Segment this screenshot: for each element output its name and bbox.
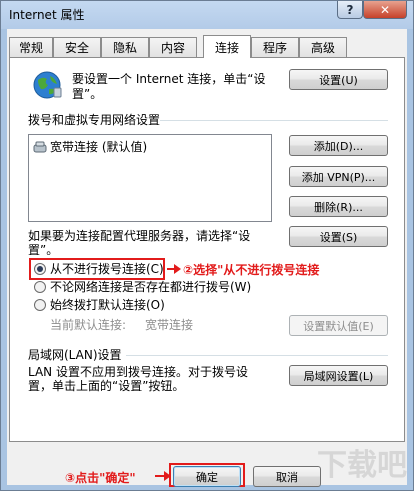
add-vpn-button[interactable]: 添加 VPN(P)...	[289, 166, 388, 187]
list-item[interactable]: 宽带连接 (默认值)	[33, 138, 147, 155]
remove-button[interactable]: 删除(R)...	[289, 196, 388, 217]
tab-programs[interactable]: 程序	[251, 37, 299, 57]
current-default-label: 当前默认连接:	[50, 318, 127, 332]
title-bar: Internet 属性 ? ✕	[1, 1, 413, 29]
ok-button[interactable]: 确定	[173, 466, 241, 487]
tab-connections[interactable]: 连接	[203, 35, 251, 58]
annotation-step3: ③点击"确定"	[65, 471, 136, 485]
radio-always-default-label[interactable]: 始终拨打默认连接(O)	[50, 298, 165, 312]
connection-phone-icon	[33, 141, 47, 152]
dialog-window: Internet 属性 ? ✕ 常规 安全 隐私 内容 连接 程序 高级 要设置…	[0, 0, 414, 491]
setup-description-line2: 置”。	[72, 87, 103, 101]
radio-never-dial-label[interactable]: 从不进行拨号连接(C)	[50, 262, 164, 276]
globe-network-icon	[33, 71, 62, 99]
radio-never-dial[interactable]	[34, 263, 46, 275]
tab-content[interactable]: 内容	[149, 37, 197, 57]
group-divider	[160, 120, 388, 121]
tab-privacy[interactable]: 隐私	[101, 37, 149, 57]
proxy-settings-button[interactable]: 设置(S)	[289, 226, 388, 247]
watermark-logo: 下载吧	[317, 448, 407, 483]
connection-name: 宽带连接 (默认值)	[50, 140, 148, 154]
close-icon: ✕	[379, 2, 391, 17]
lan-settings-button[interactable]: 局域网设置(L)	[289, 365, 388, 386]
help-icon: ?	[346, 2, 354, 17]
set-default-button[interactable]: 设置默认值(E)	[289, 315, 388, 336]
close-button[interactable]: ✕	[363, 1, 407, 19]
annotation-arrow-head	[174, 264, 181, 274]
connections-listbox[interactable]: 宽带连接 (默认值)	[28, 134, 272, 222]
dialup-group-title: 拨号和虚拟专用网络设置	[28, 113, 161, 127]
cancel-button[interactable]: 取消	[253, 466, 321, 487]
setup-button[interactable]: 设置(U)	[289, 69, 388, 90]
setup-description-line1: 要设置一个 Internet 连接，单击“设	[72, 72, 266, 86]
add-button[interactable]: 添加(D)...	[289, 135, 388, 156]
connections-panel: 要设置一个 Internet 连接，单击“设 置”。 设置(U) 拨号和虚拟专用…	[9, 57, 405, 442]
tab-security[interactable]: 安全	[53, 37, 101, 57]
proxy-description-line1: 如果要为连接配置代理服务器，请选择“设	[28, 229, 251, 243]
dialog-client: 常规 安全 隐私 内容 连接 程序 高级 要设置一个 Internet 连接，单…	[7, 29, 407, 487]
radio-dial-always-network-label[interactable]: 不论网络连接是否存在都进行拨号(W)	[50, 280, 251, 294]
lan-group-title: 局域网(LAN)设置	[28, 348, 122, 362]
help-button[interactable]: ?	[337, 1, 363, 19]
tab-advanced[interactable]: 高级	[299, 37, 347, 57]
current-default-value: 宽带连接	[145, 318, 194, 332]
tab-general[interactable]: 常规	[9, 37, 53, 57]
radio-dial-always-network[interactable]	[34, 281, 46, 293]
lan-description-line1: LAN 设置不应用到拨号连接。对于拨号设	[28, 365, 248, 379]
group-divider	[126, 355, 388, 356]
window-title: Internet 属性	[9, 8, 85, 22]
radio-always-default[interactable]	[34, 299, 46, 311]
annotation-step2: ②选择"从不进行拨号连接	[183, 263, 320, 277]
lan-description-line2: 置，单击上面的“设置”按钮。	[28, 379, 185, 393]
proxy-description-line2: 置”。	[28, 243, 59, 257]
